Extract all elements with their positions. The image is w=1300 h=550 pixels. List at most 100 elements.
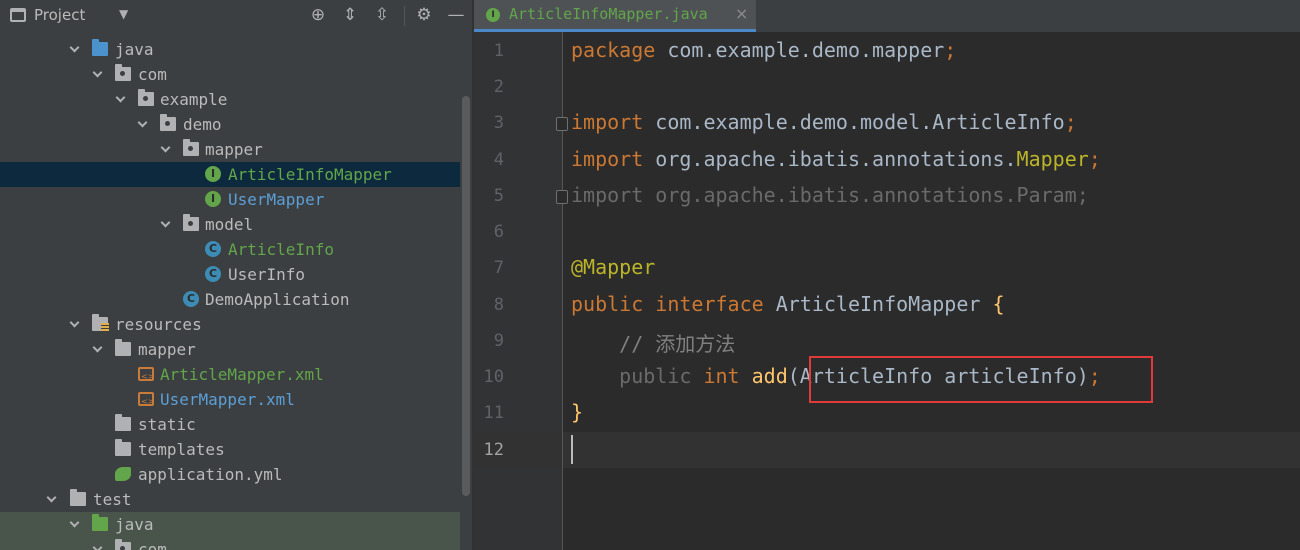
line-number: 4 (493, 150, 504, 170)
code-token: add (739, 364, 788, 388)
folder-icon (115, 339, 131, 356)
editor-tab-articleinfomapper[interactable]: I ArticleInfoMapper.java × (474, 0, 756, 32)
code-line-7[interactable]: @Mapper (571, 255, 655, 279)
tree-item-label: java (115, 515, 154, 534)
code-token: import (571, 110, 644, 134)
tree-item-label: ArticleInfoMapper (228, 165, 392, 184)
tree-item-mapper-folder[interactable]: mapper (0, 337, 460, 362)
expand-all-icon[interactable]: ⇕ (340, 5, 360, 25)
line-number: 10 (483, 367, 504, 387)
tree-item-templates[interactable]: templates (0, 437, 460, 462)
code-line-9-comment[interactable]: // 添加方法 (571, 328, 735, 357)
tree-item-resources[interactable]: resources (0, 312, 460, 337)
code-token: ; (1088, 147, 1101, 171)
code-line-4[interactable]: import org.apache.ibatis.annotations.Map… (571, 147, 1101, 171)
code-editor[interactable]: I ArticleInfoMapper.java × 1 2 3 4 5 6 7… (474, 0, 1300, 550)
chevron-down-icon[interactable] (160, 217, 171, 228)
chevron-down-icon[interactable]: ▼ (119, 7, 128, 21)
tree-item-label: resources (115, 315, 202, 334)
code-line-8[interactable]: public interface ArticleInfoMapper { (571, 292, 1005, 316)
close-icon[interactable]: × (735, 4, 748, 23)
chevron-down-icon[interactable] (69, 317, 80, 328)
code-line-3[interactable]: import com.example.demo.model.ArticleInf… (571, 110, 1077, 134)
tree-item-label: test (93, 490, 132, 509)
line-number-gutter (474, 32, 562, 550)
interface-icon: I (205, 166, 221, 182)
chevron-down-icon[interactable] (92, 342, 103, 353)
tree-item-test[interactable]: test (0, 487, 460, 512)
tree-item-label: com (138, 540, 167, 550)
package-icon (115, 64, 131, 81)
project-panel-header: Project ▼ ⊕ ⇕ ⇳ ⚙ — (0, 0, 472, 32)
tree-item-label: UserMapper (228, 190, 325, 209)
tree-item-label: application.yml (138, 465, 283, 484)
code-token: com.example.demo.model.ArticleInfo (643, 110, 1065, 134)
code-token: package (571, 38, 656, 62)
tree-item-demoapplication[interactable]: C DemoApplication (0, 287, 460, 312)
package-icon (115, 539, 131, 550)
tree-item-demo[interactable]: demo (0, 112, 460, 137)
tree-item-application-yml[interactable]: application.yml (0, 462, 460, 487)
chevron-down-icon[interactable] (69, 42, 80, 53)
chevron-down-icon[interactable] (160, 142, 171, 153)
locate-file-icon[interactable]: ⊕ (308, 5, 328, 25)
code-token: org.apache.ibatis.annotations. (643, 147, 1017, 171)
code-token: } (571, 400, 584, 424)
tree-item-label: demo (183, 115, 222, 134)
code-line-11[interactable]: } (571, 400, 583, 424)
tree-item-java[interactable]: java (0, 37, 460, 62)
chevron-down-icon[interactable] (69, 517, 80, 528)
tree-item-label: DemoApplication (205, 290, 350, 309)
tree-item-static[interactable]: static (0, 412, 460, 437)
gear-icon[interactable]: ⚙ (414, 5, 434, 25)
code-token: ; (1064, 110, 1077, 134)
line-number: 1 (493, 41, 504, 61)
line-number: 5 (493, 186, 504, 206)
tree-item-com[interactable]: com (0, 62, 460, 87)
code-line-1[interactable]: package com.example.demo.mapper; (571, 38, 956, 62)
tree-item-label: mapper (205, 140, 263, 159)
code-token: @Mapper (571, 255, 656, 279)
interface-icon: I (486, 8, 500, 22)
tree-item-label: model (205, 215, 254, 234)
fold-end-icon[interactable] (556, 190, 568, 204)
tree-item-userinfo[interactable]: C UserInfo (0, 262, 460, 287)
project-window-icon (10, 8, 26, 22)
tree-item-mapper-package[interactable]: mapper (0, 137, 460, 162)
tree-item-usermapper-xml[interactable]: UserMapper.xml (0, 387, 460, 414)
project-scrollbar-thumb[interactable] (462, 96, 470, 496)
chevron-down-icon[interactable] (92, 67, 103, 78)
gutter-separator (562, 32, 563, 550)
xml-file-icon (138, 364, 154, 389)
red-highlight-annotation (809, 356, 1153, 403)
tree-item-articleinfo[interactable]: C ArticleInfo (0, 237, 460, 262)
line-number-current: 12 (483, 440, 504, 460)
tree-item-articleinfomapper[interactable]: I ArticleInfoMapper (0, 162, 460, 187)
code-token: { (992, 292, 1005, 316)
code-line-5-unused-import[interactable]: import org.apache.ibatis.annotations.Par… (571, 183, 1089, 207)
tree-item-test-java[interactable]: java (0, 512, 472, 537)
minimize-icon[interactable]: — (446, 5, 466, 25)
chevron-down-icon[interactable] (137, 117, 148, 128)
current-line-highlight (563, 432, 1300, 468)
chevron-down-icon[interactable] (46, 492, 57, 503)
line-number: 11 (483, 403, 504, 423)
line-number: 7 (493, 258, 504, 278)
line-number: 9 (493, 331, 504, 351)
chevron-down-icon[interactable] (115, 92, 126, 103)
fold-start-icon[interactable] (556, 117, 568, 131)
tree-item-test-com[interactable]: com (0, 537, 472, 550)
line-number: 6 (493, 222, 504, 242)
line-number: 8 (493, 295, 504, 315)
text-caret (571, 435, 573, 464)
tree-item-label: UserMapper.xml (160, 390, 295, 409)
tree-item-usermapper[interactable]: I UserMapper (0, 187, 460, 212)
project-panel-title[interactable]: Project (34, 6, 85, 24)
chevron-down-icon[interactable] (92, 542, 103, 550)
collapse-all-icon[interactable]: ⇳ (372, 5, 392, 25)
code-token: ; (944, 38, 957, 62)
tree-item-articlemapper-xml[interactable]: ArticleMapper.xml (0, 362, 460, 389)
tree-item-example[interactable]: example (0, 87, 460, 112)
tree-item-model[interactable]: model (0, 212, 460, 237)
